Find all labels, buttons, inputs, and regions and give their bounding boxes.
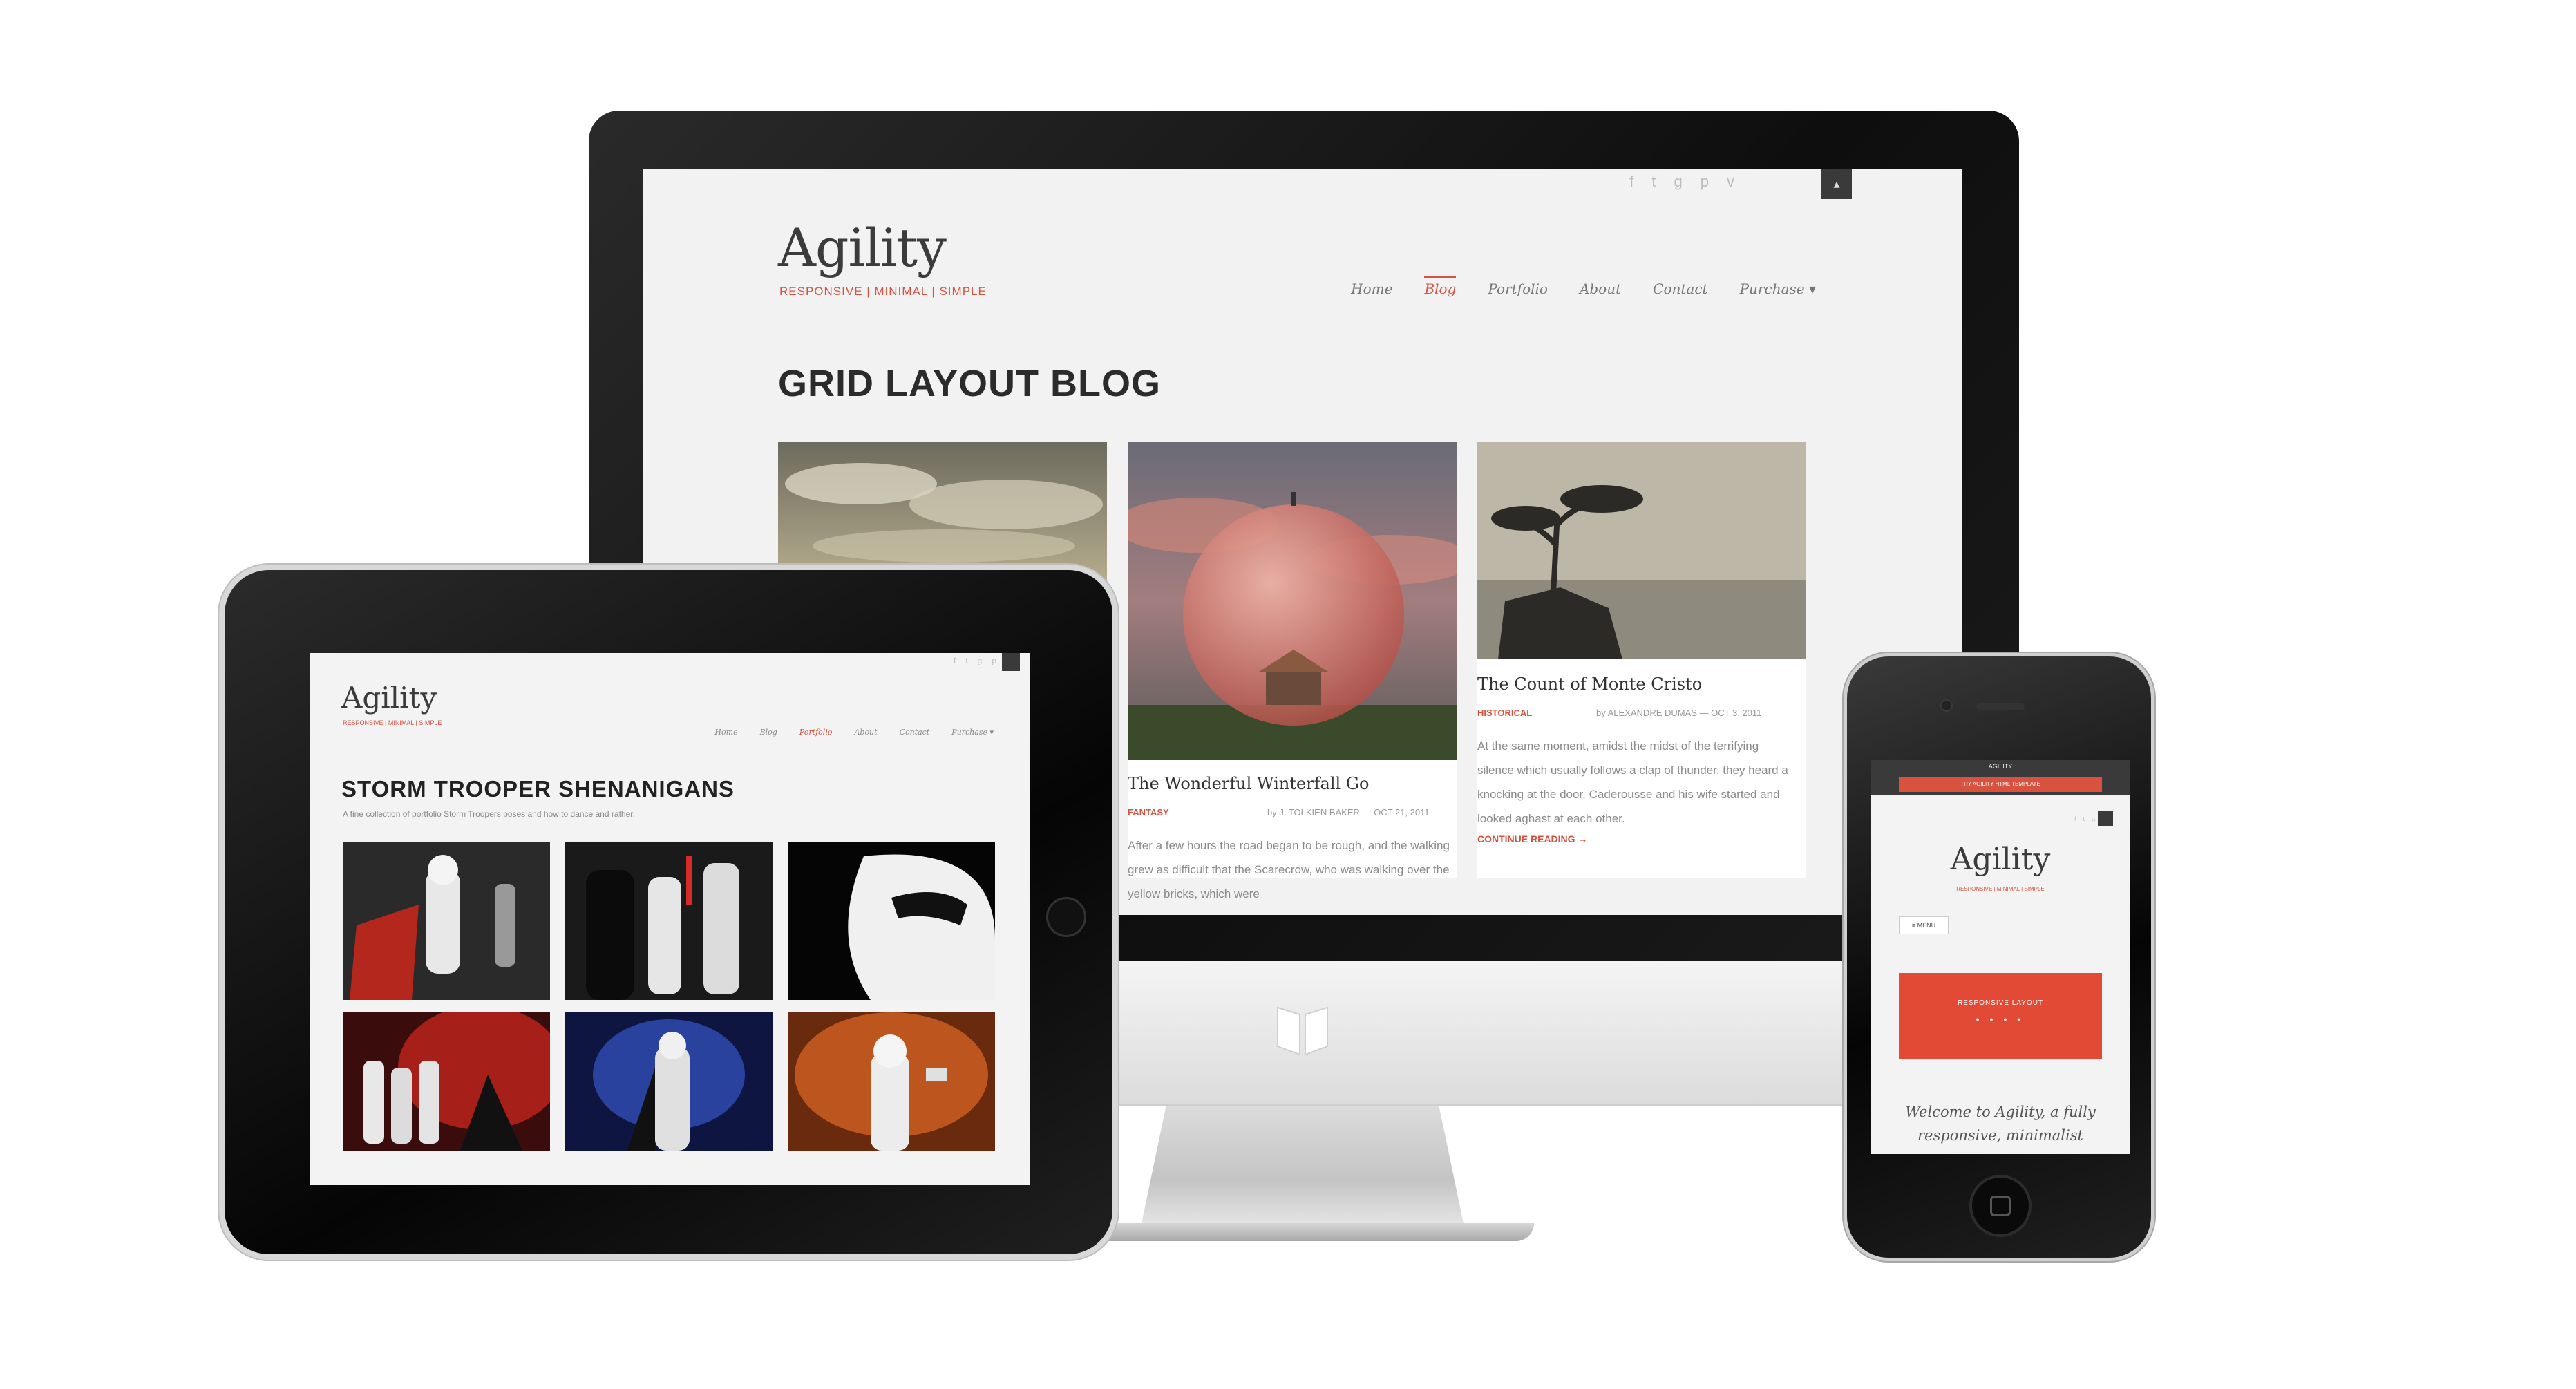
nav-home[interactable]: Home [714, 728, 737, 737]
post-category[interactable]: FANTASY [1128, 807, 1169, 818]
phone-topbar-label: AGILITY [1988, 763, 2013, 770]
topbar-toggle-button[interactable]: ▴ [1821, 169, 1852, 199]
nav-about[interactable]: About [854, 728, 877, 737]
google-plus-icon[interactable]: g [2092, 815, 2095, 822]
nav-purchase[interactable]: Purchase ▾ [1740, 281, 1816, 297]
thumb-troopers-red-light[interactable] [343, 1012, 550, 1151]
post-title[interactable]: The Count of Monte Cristo [1477, 674, 1702, 694]
twitter-icon[interactable]: t [965, 656, 967, 665]
nav-contact[interactable]: Contact [1653, 281, 1707, 297]
site-tagline: RESPONSIVE | MINIMAL | SIMPLE [779, 285, 987, 298]
facebook-icon[interactable]: f [954, 656, 956, 665]
desktop-social-icons: f t g p v [1629, 173, 1734, 191]
phone-speaker [1976, 703, 2025, 710]
post-category[interactable]: HISTORICAL [1477, 708, 1532, 718]
continue-reading-link[interactable]: CONTINUE READING → [1477, 833, 1587, 844]
nav-purchase[interactable]: Purchase ▾ [951, 728, 994, 737]
twitter-icon[interactable]: t [1651, 173, 1656, 191]
site-tagline: RESPONSIVE | MINIMAL | SIMPLE [343, 719, 442, 726]
tablet-screen: f t g p Agility RESPONSIVE | MINIMAL | S… [310, 653, 1030, 1185]
nav-about[interactable]: About [1580, 281, 1621, 297]
thumb-trooper-orange[interactable] [788, 1012, 995, 1151]
post-image-bubble-house[interactable] [1128, 442, 1457, 760]
nav-home[interactable]: Home [1351, 281, 1392, 297]
tablet-main-nav: Home Blog Portfolio About Contact Purcha… [714, 728, 994, 737]
nav-blog[interactable]: Blog [760, 728, 777, 737]
thumb-trooper-red-cape[interactable] [343, 842, 550, 1000]
theme-logo-icon [1277, 1006, 1328, 1056]
site-tagline: RESPONSIVE | MINIMAL | SIMPLE [1956, 886, 2045, 892]
banner-title: RESPONSIVE LAYOUT [1957, 999, 2044, 1007]
home-square-icon [1990, 1196, 2011, 1216]
page-subtitle: A fine collection of portfolio Storm Tro… [343, 809, 635, 819]
site-logo[interactable]: Agility [1871, 842, 2130, 877]
site-logo[interactable]: Agility [341, 681, 437, 715]
tablet-social-icons: f t g p [954, 656, 996, 665]
try-template-button[interactable]: TRY AGILITY HTML TEMPLATE [1899, 777, 2102, 792]
post-image-cypress-tree[interactable] [1477, 442, 1806, 659]
thumb-helmet-closeup[interactable] [788, 842, 995, 1000]
nav-portfolio[interactable]: Portfolio [799, 728, 833, 737]
pinterest-icon[interactable]: p [992, 656, 996, 665]
monitor-foot [1078, 1223, 1534, 1241]
topbar-toggle-button[interactable] [1002, 653, 1020, 671]
welcome-text: Welcome to Agility, a fully responsive, … [1905, 1104, 2096, 1144]
twitter-icon[interactable]: t [2083, 815, 2085, 822]
phone-camera-icon [1940, 699, 1953, 712]
facebook-icon[interactable]: f [2074, 815, 2076, 822]
post-meta: by J. TOLKIEN BAKER — OCT 21, 2011 [1267, 807, 1430, 818]
nav-contact[interactable]: Contact [900, 728, 930, 737]
pinterest-icon[interactable]: p [1701, 173, 1709, 191]
facebook-icon[interactable]: f [1629, 173, 1633, 191]
topbar-toggle-button[interactable] [2098, 811, 2113, 826]
phone-social-icons: f t g [2074, 815, 2095, 822]
post-title[interactable]: The Wonderful Winterfall Go [1128, 774, 1369, 793]
nav-portfolio[interactable]: Portfolio [1488, 281, 1548, 297]
thumb-blue-trooper[interactable] [565, 1012, 773, 1151]
google-plus-icon[interactable]: g [978, 656, 983, 665]
post-excerpt: After a few hours the road began to be r… [1128, 839, 1450, 900]
page-title: GRID LAYOUT BLOG [778, 363, 1162, 404]
mobile-menu-button[interactable]: ≡ MENU [1899, 916, 1949, 934]
banner-slide-dots[interactable]: ● ● ● ● [1899, 1016, 2102, 1023]
hero-banner[interactable]: RESPONSIVE LAYOUT ● ● ● ● [1899, 973, 2102, 1059]
phone-screen: AGILITY TRY AGILITY HTML TEMPLATE f t g … [1871, 760, 2130, 1154]
site-logo[interactable]: Agility [778, 217, 947, 278]
post-meta: by ALEXANDRE DUMAS — OCT 3, 2011 [1596, 708, 1762, 718]
nav-blog[interactable]: Blog [1424, 276, 1457, 297]
vimeo-icon[interactable]: v [1727, 173, 1734, 191]
google-plus-icon[interactable]: g [1674, 173, 1683, 191]
thumb-vader-group[interactable] [565, 842, 773, 1000]
monitor-stand [1140, 1106, 1465, 1230]
desktop-main-nav: Home Blog Portfolio About Contact Purcha… [1351, 276, 1816, 297]
tablet-home-button[interactable] [1046, 897, 1086, 937]
page-title: STORM TROOPER SHENANIGANS [341, 776, 735, 802]
post-excerpt: At the same moment, amidst the midst of … [1477, 739, 1788, 825]
